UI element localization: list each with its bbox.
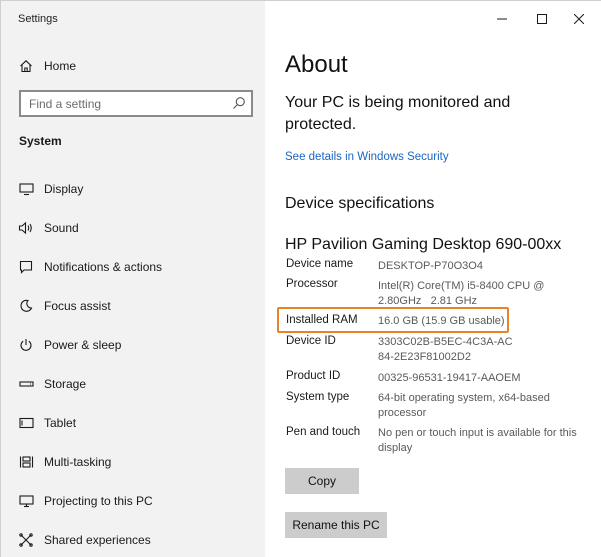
notification-icon [18,259,34,275]
projector-icon [18,493,34,509]
settings-window: Settings Home System Display Sound [0,0,601,557]
spec-value-installed-ram: 16.0 GB (15.9 GB usable) [378,315,505,327]
section-title: System [19,134,62,148]
sidebar-item-sound[interactable]: Sound [1,213,265,243]
device-specs-heading: Device specifications [285,195,435,212]
sidebar-item-tablet[interactable]: Tablet [1,408,265,438]
sidebar-item-shared-experiences[interactable]: Shared experiences [1,525,265,555]
sidebar-item-label: Sound [44,221,79,235]
display-icon [18,181,34,197]
maximize-icon [537,14,547,24]
tablet-icon [18,415,34,431]
copy-button[interactable]: Copy [285,468,359,494]
spec-label-device-name: Device name [286,258,354,270]
sidebar-item-home[interactable]: Home [1,51,265,81]
close-button[interactable] [568,9,590,29]
sidebar: Settings Home System Display Sound [1,1,265,557]
shared-icon [18,532,34,548]
sidebar-item-storage[interactable]: Storage [1,369,265,399]
security-notice: Your PC is being monitored and protected… [285,94,511,133]
spec-value-device-id: 3303C02B-B5EC-4C3A-AC84-2E23F81002D2 [378,336,513,363]
spec-value-product-id: 00325-96531-19417-AAOEM [378,372,521,384]
close-icon [574,14,584,24]
sidebar-item-label: Home [44,59,77,73]
sidebar-item-notifications[interactable]: Notifications & actions [1,252,265,282]
sidebar-item-multitasking[interactable]: Multi-tasking [1,447,265,477]
search-input[interactable] [21,92,231,115]
sidebar-item-label: Projecting to this PC [44,494,153,508]
sidebar-item-label: Shared experiences [44,533,151,547]
sidebar-item-label: Storage [44,377,87,391]
rename-pc-button[interactable]: Rename this PC [285,512,387,538]
sidebar-item-display[interactable]: Display [1,174,265,204]
maximize-button[interactable] [531,9,553,29]
sidebar-item-label: Display [44,182,84,196]
sidebar-item-focus-assist[interactable]: Focus assist [1,291,265,321]
minimize-button[interactable] [491,9,513,29]
spec-label-product-id: Product ID [286,370,341,382]
spec-label-system-type: System type [286,391,350,403]
spec-value-system-type: 64-bit operating system, x64-based proce… [378,392,550,419]
sidebar-item-power-sleep[interactable]: Power & sleep [1,330,265,360]
power-icon [18,337,34,353]
minimize-icon [497,18,507,20]
spec-label-processor: Processor [286,278,338,290]
moon-icon [18,298,34,314]
speaker-icon [18,220,34,236]
home-icon [18,58,34,74]
sidebar-item-label: Multi-tasking [44,455,112,469]
device-model-title: HP Pavilion Gaming Desktop 690-00xx [285,236,562,253]
multitasking-icon [18,454,34,470]
window-title: Settings [18,13,58,25]
search-icon[interactable] [232,96,246,110]
sidebar-item-projecting[interactable]: Projecting to this PC [1,486,265,516]
security-details-link[interactable]: See details in Windows Security [285,151,449,163]
storage-icon [18,376,34,392]
sidebar-item-label: Focus assist [44,299,111,313]
sidebar-item-label: Notifications & actions [44,260,163,274]
spec-label-device-id: Device ID [286,335,336,347]
page-title: About [285,51,348,78]
sidebar-item-label: Power & sleep [44,338,122,352]
spec-label-pen-touch: Pen and touch [286,426,361,438]
spec-label-installed-ram: Installed RAM [286,314,358,326]
spec-value-processor: Intel(R) Core(TM) i5-8400 CPU @ 2.80GHz … [378,280,548,307]
spec-value-pen-touch: No pen or touch input is available for t… [378,427,577,454]
about-pane: About Your PC is being monitored and pro… [265,1,601,557]
search-box [19,90,253,117]
sidebar-item-label: Tablet [44,416,77,430]
spec-value-device-name: DESKTOP-P70O3O4 [378,260,483,272]
